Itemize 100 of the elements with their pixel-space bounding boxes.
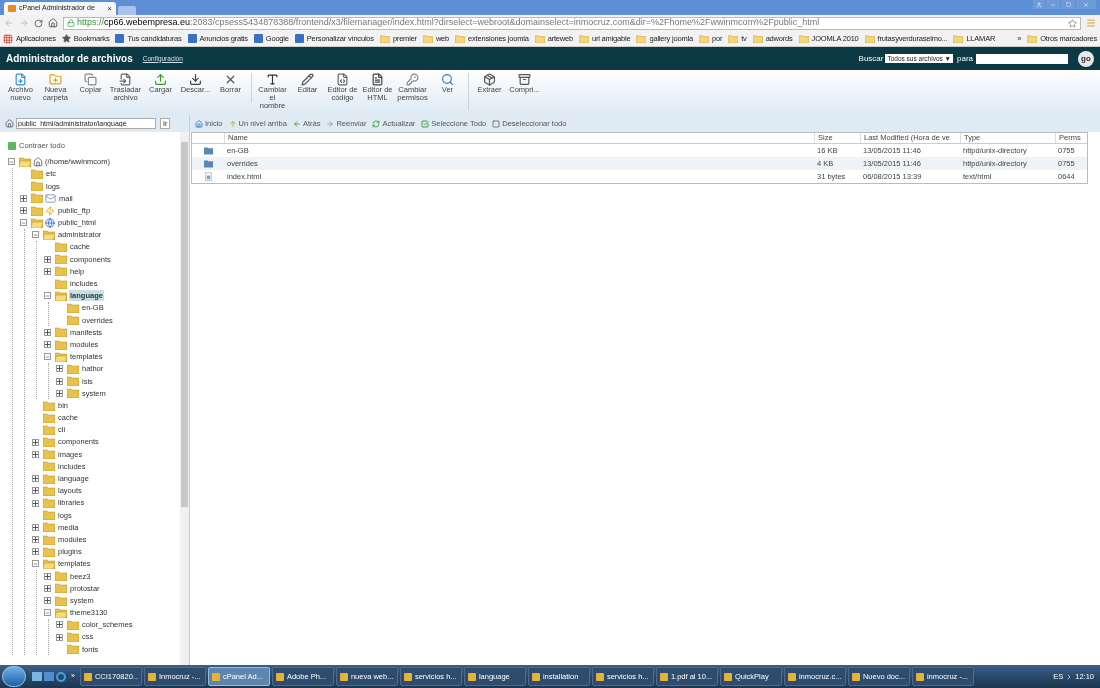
- globe-icon: [45, 217, 55, 228]
- app-icon: [595, 672, 604, 681]
- home-icon[interactable]: [48, 18, 58, 28]
- up-arrow-icon: [228, 119, 237, 128]
- archive-icon: [518, 73, 531, 86]
- folder-icon: [67, 632, 79, 643]
- folder-icon: [67, 644, 79, 655]
- folder-icon: [43, 546, 55, 557]
- expand-toggle[interactable]: [56, 633, 63, 641]
- app-icon: [723, 672, 732, 681]
- folder-icon: [43, 461, 55, 472]
- app-title: Administrador de archivos: [6, 52, 133, 66]
- app-icon: [531, 672, 540, 681]
- folder-icon: [534, 34, 545, 43]
- expand-toggle[interactable]: [32, 536, 39, 544]
- collapse-toggle[interactable]: [44, 353, 51, 361]
- folder-icon: [55, 254, 67, 265]
- empty-checkbox-icon: [492, 119, 501, 128]
- expand-toggle[interactable]: [44, 572, 51, 580]
- folder-icon: [379, 34, 390, 43]
- code-file-icon: [336, 73, 349, 86]
- upload-icon: [154, 73, 167, 86]
- expand-toggle[interactable]: [44, 267, 51, 275]
- expand-toggle[interactable]: [56, 389, 63, 397]
- folder-icon: [698, 34, 709, 43]
- expand-toggle[interactable]: [44, 341, 51, 349]
- folder-icon: [43, 498, 55, 508]
- go-button[interactable]: go: [1078, 50, 1094, 67]
- scrollbar[interactable]: [180, 132, 189, 665]
- browser-icon[interactable]: [56, 671, 66, 682]
- expand-toggle[interactable]: [32, 523, 39, 531]
- expand-toggle[interactable]: [56, 621, 63, 629]
- collapse-toggle[interactable]: [20, 219, 27, 227]
- collapse-toggle[interactable]: [8, 158, 15, 166]
- search-icon: [441, 73, 454, 86]
- bookmark-star-icon[interactable]: [1068, 18, 1077, 28]
- lightning-icon: [45, 205, 55, 216]
- app-icon: [851, 672, 860, 681]
- folder-icon: [31, 205, 43, 216]
- pencil-icon: [301, 73, 314, 86]
- folder-icon: [55, 327, 67, 338]
- site-icon: [294, 34, 304, 43]
- start-button[interactable]: [2, 666, 26, 687]
- expand-toggle[interactable]: [20, 194, 27, 202]
- folder-icon: [31, 181, 43, 192]
- expand-toggle[interactable]: [44, 584, 51, 592]
- folder-icon: [67, 363, 79, 374]
- folder-icon: [43, 522, 55, 533]
- open-folder-icon: [43, 558, 55, 569]
- folder-icon: [636, 34, 647, 43]
- delete-icon: [224, 73, 237, 86]
- expand-toggle[interactable]: [56, 365, 63, 373]
- collapse-toggle[interactable]: [32, 231, 39, 239]
- folder-icon: [43, 449, 55, 460]
- expand-toggle[interactable]: [56, 377, 63, 385]
- app-icon: [339, 672, 348, 681]
- minimize-icon: [1050, 1, 1056, 8]
- folder-icon: [55, 595, 67, 606]
- collapse-icon: [8, 141, 16, 150]
- expand-toggle[interactable]: [44, 255, 51, 263]
- expand-toggle[interactable]: [32, 548, 39, 556]
- folder-icon: [67, 619, 79, 630]
- expand-toggle[interactable]: [32, 487, 39, 495]
- folder-icon: [752, 34, 763, 43]
- folder-icon: [43, 437, 55, 448]
- folder-icon: [55, 266, 67, 277]
- app-icon: [211, 672, 220, 681]
- expand-toggle[interactable]: [20, 207, 27, 214]
- collapse-toggle[interactable]: [44, 292, 51, 300]
- expand-toggle[interactable]: [44, 597, 51, 604]
- collapse-toggle[interactable]: [44, 609, 51, 617]
- expand-toggle[interactable]: [32, 499, 39, 507]
- app-icon: [147, 672, 156, 681]
- expand-toggle[interactable]: [44, 328, 51, 336]
- copy-icon: [84, 73, 97, 86]
- folder-icon: [43, 534, 55, 545]
- folder-icon: [43, 485, 55, 496]
- refresh-icon: [372, 119, 381, 128]
- collapse-toggle[interactable]: [32, 560, 39, 568]
- folder-icon: [579, 34, 589, 43]
- reload-icon[interactable]: [34, 18, 43, 28]
- folder-icon: [43, 412, 55, 423]
- close-icon: [1083, 1, 1089, 8]
- star-icon: [61, 34, 71, 43]
- open-folder-icon: [19, 156, 31, 167]
- folder-icon: [67, 376, 79, 387]
- expand-toggle[interactable]: [32, 450, 39, 458]
- expand-toggle[interactable]: [32, 475, 39, 483]
- app-icon: [83, 672, 92, 681]
- folder-icon: [55, 278, 67, 289]
- move-file-icon: [119, 73, 132, 86]
- address-field[interactable]: https://cp66.webempresa.eu:2083/cpsess5434878388/frontend/x3/filemanager/index.html?dirselect=webroot&domainselect=inmocruz.com&dir=%2Fhome%2Fwwinmcom%2Fpublic_html: [63, 16, 1081, 30]
- search-field[interactable]: [976, 53, 1068, 64]
- expand-toggle[interactable]: [32, 438, 39, 446]
- folder-icon: [43, 400, 55, 411]
- folder-icon: [55, 571, 67, 582]
- folder-icon: [864, 34, 875, 43]
- close-tab-button[interactable]: ×: [107, 4, 112, 13]
- scrollbar-thumb[interactable]: [181, 142, 188, 507]
- html-file-icon: [371, 73, 384, 86]
